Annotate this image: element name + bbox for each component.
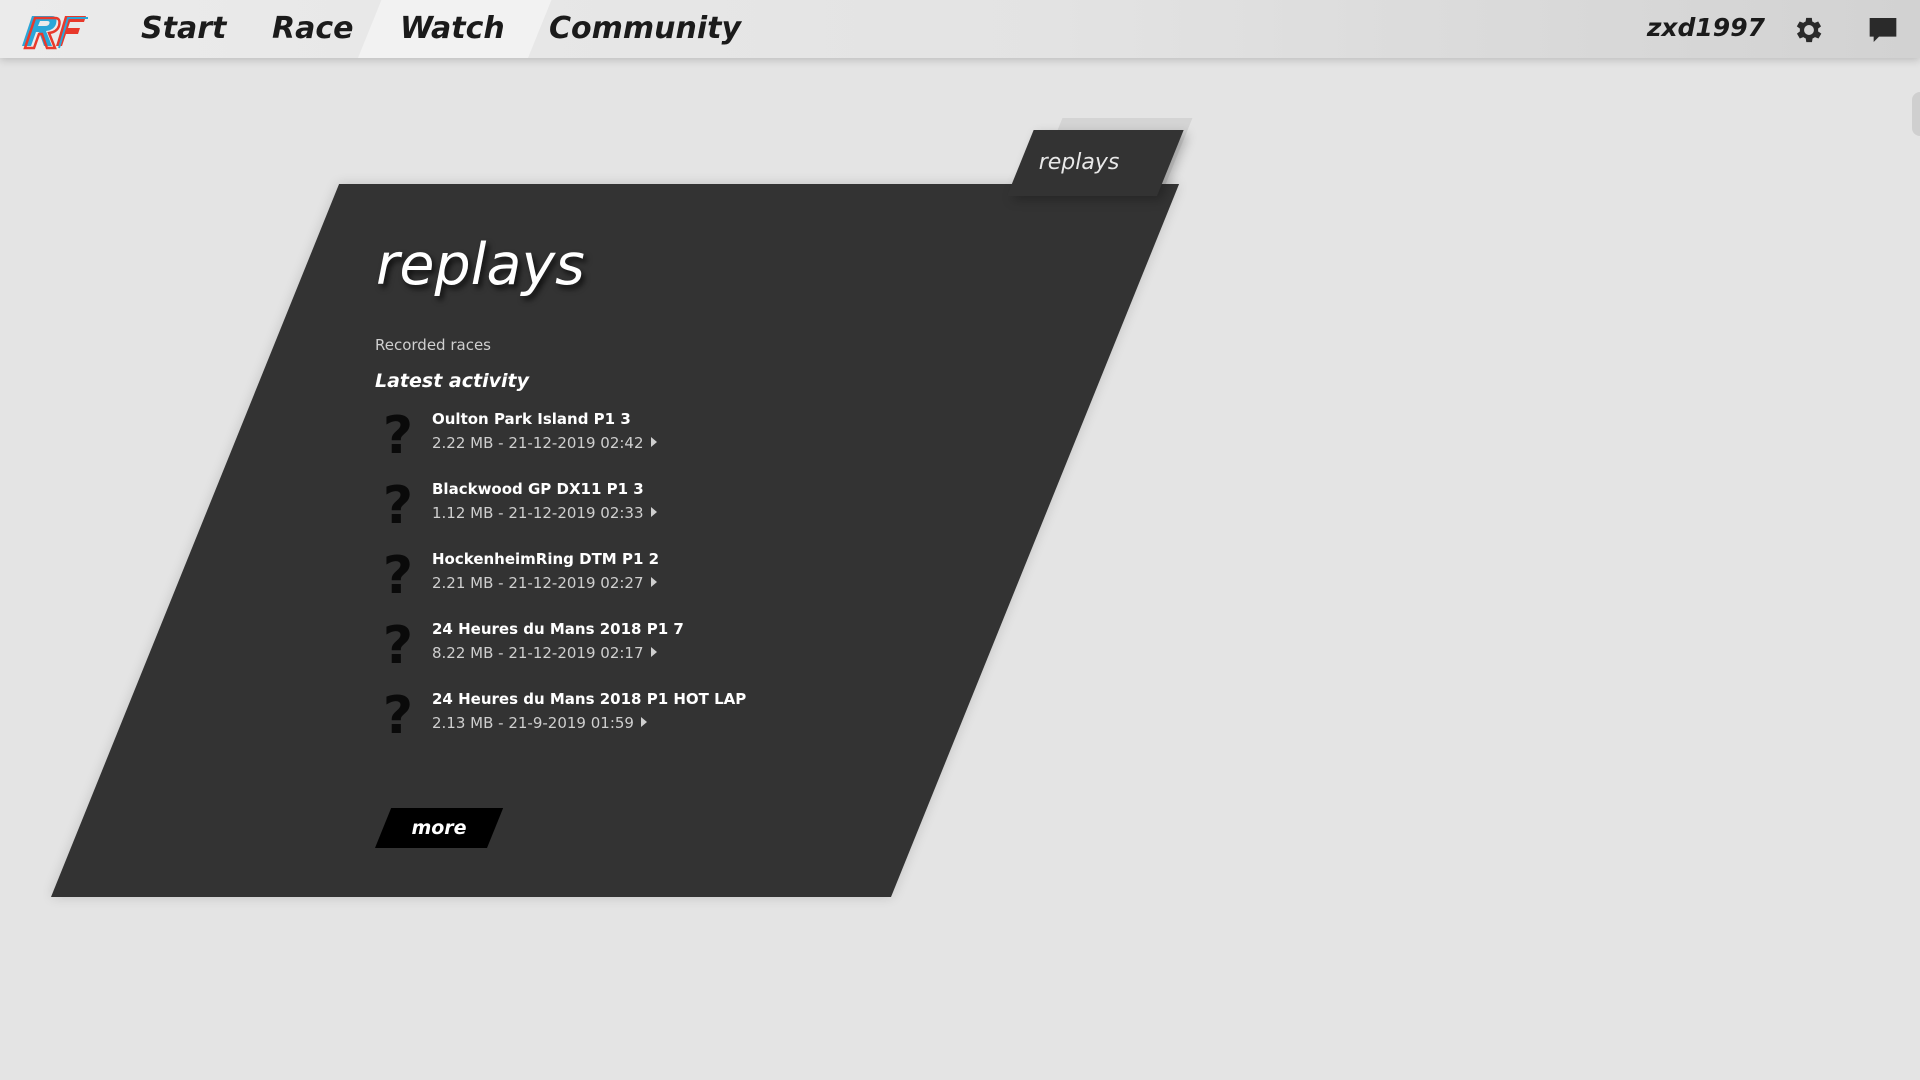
nav-race[interactable]: Race: [272, 0, 353, 58]
replay-meta: 2.22 MB - 21-12-2019 02:42: [432, 434, 657, 452]
replay-item[interactable]: ? 24 Heures du Mans 2018 P1 HOT LAP 2.13…: [375, 690, 875, 760]
replay-name: 24 Heures du Mans 2018 P1 HOT LAP: [432, 690, 747, 708]
unknown-track-icon: ?: [382, 546, 414, 606]
replay-meta: 8.22 MB - 21-12-2019 02:17: [432, 644, 657, 662]
replay-meta: 2.21 MB - 21-12-2019 02:27: [432, 574, 657, 592]
nav-watch[interactable]: Watch: [400, 0, 505, 58]
rf-logo-icon[interactable]: [18, 8, 90, 52]
side-drawer-handle[interactable]: [1912, 92, 1920, 136]
replay-meta: 2.13 MB - 21-9-2019 01:59: [432, 714, 647, 732]
replay-item[interactable]: ? 24 Heures du Mans 2018 P1 7 8.22 MB - …: [375, 620, 875, 690]
nav-start[interactable]: Start: [141, 0, 226, 58]
replay-name: Oulton Park Island P1 3: [432, 410, 631, 428]
replay-name: Blackwood GP DX11 P1 3: [432, 480, 644, 498]
unknown-track-icon: ?: [382, 406, 414, 466]
page-title: replays: [376, 232, 585, 298]
top-bar: Start Race Watch Community zxd1997: [0, 0, 1920, 58]
play-arrow-icon[interactable]: [650, 577, 657, 587]
tab-replays-label[interactable]: replays: [1004, 130, 1154, 196]
unknown-track-icon: ?: [382, 476, 414, 536]
play-arrow-icon[interactable]: [650, 507, 657, 517]
unknown-track-icon: ?: [382, 686, 414, 746]
replay-list: ? Oulton Park Island P1 3 2.22 MB - 21-1…: [375, 410, 875, 760]
unknown-track-icon: ?: [382, 616, 414, 676]
section-title-latest-activity: Latest activity: [375, 370, 529, 392]
replay-item[interactable]: ? Blackwood GP DX11 P1 3 1.12 MB - 21-12…: [375, 480, 875, 550]
replay-name: HockenheimRing DTM P1 2: [432, 550, 660, 568]
replay-item[interactable]: ? HockenheimRing DTM P1 2 2.21 MB - 21-1…: [375, 550, 875, 620]
replay-meta: 1.12 MB - 21-12-2019 02:33: [432, 504, 657, 522]
panel-subtitle: Recorded races: [375, 336, 491, 354]
chat-icon[interactable]: [1867, 14, 1899, 46]
gear-icon[interactable]: [1792, 13, 1826, 47]
play-arrow-icon[interactable]: [650, 647, 657, 657]
replay-item[interactable]: ? Oulton Park Island P1 3 2.22 MB - 21-1…: [375, 410, 875, 480]
play-arrow-icon[interactable]: [650, 437, 657, 447]
more-button-label[interactable]: more: [383, 808, 495, 848]
username[interactable]: zxd1997: [1647, 0, 1765, 58]
nav-community[interactable]: Community: [549, 0, 741, 58]
play-arrow-icon[interactable]: [640, 717, 647, 727]
replay-name: 24 Heures du Mans 2018 P1 7: [432, 620, 684, 638]
